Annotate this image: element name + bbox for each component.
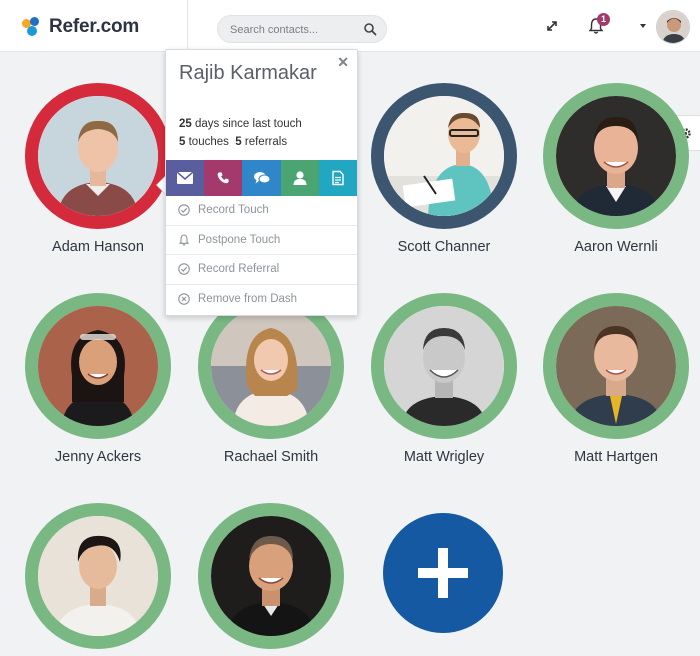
contact-photo <box>211 306 331 426</box>
user-avatar[interactable] <box>656 10 690 44</box>
contact-photo <box>211 516 331 636</box>
touches-label: touches <box>188 136 229 148</box>
notification-badge: 1 <box>597 13 610 26</box>
top-bar: Refer.com 1 <box>0 0 700 52</box>
days-label: days since last touch <box>195 118 302 130</box>
touch-referral-stats: 5 touches 5 referrals <box>179 136 287 148</box>
menu-item-label: Remove from Dash <box>198 292 298 305</box>
message-button[interactable] <box>242 160 281 196</box>
chevron-down-icon[interactable] <box>640 24 646 28</box>
check-circle-icon <box>178 204 190 216</box>
referrals-count: 5 <box>235 136 242 148</box>
contact-name[interactable]: Adam Hanson <box>5 239 191 255</box>
notes-button[interactable] <box>318 160 358 196</box>
contact-avatar[interactable] <box>543 83 689 229</box>
email-button[interactable] <box>166 160 205 196</box>
contact-photo <box>38 306 158 426</box>
chat-icon <box>253 172 270 184</box>
profile-button[interactable] <box>280 160 319 196</box>
contact-name[interactable]: Aaron Wernli <box>523 239 700 255</box>
contact-avatar[interactable] <box>25 503 171 649</box>
contact-photo <box>38 96 158 216</box>
check-circle-icon <box>178 263 190 275</box>
bell-icon <box>178 233 190 246</box>
brand-name: Refer.com <box>49 16 140 37</box>
popup-action-bar <box>166 160 358 196</box>
postpone-touch-item[interactable]: Postpone Touch <box>166 226 357 255</box>
contact-photo <box>384 96 504 216</box>
call-button[interactable] <box>204 160 243 196</box>
document-icon <box>332 170 344 186</box>
popup-contact-name: Rajib Karmakar <box>179 62 317 84</box>
referrals-label: referrals <box>244 136 288 148</box>
contact-avatar[interactable] <box>543 293 689 439</box>
contact-name[interactable]: Rachael Smith <box>178 449 364 465</box>
phone-icon <box>217 172 229 184</box>
contact-photo <box>556 306 676 426</box>
search-icon[interactable] <box>363 22 377 36</box>
search-box[interactable] <box>217 15 387 43</box>
logo-mark-icon <box>22 17 42 37</box>
record-referral-item[interactable]: Record Referral <box>166 255 357 285</box>
contact-name[interactable]: Jenny Ackers <box>5 449 191 465</box>
divider <box>187 0 188 52</box>
logo[interactable]: Refer.com <box>22 16 139 38</box>
contact-avatar[interactable] <box>25 293 171 439</box>
expand-icon[interactable] <box>545 19 559 33</box>
close-circle-icon <box>178 292 190 305</box>
person-icon <box>293 171 307 185</box>
contact-name[interactable]: Scott Channer <box>351 239 537 255</box>
menu-item-label: Record Touch <box>198 204 269 216</box>
contact-name[interactable]: Matt Wrigley <box>351 449 537 465</box>
close-icon[interactable]: ✕ <box>337 54 349 71</box>
menu-item-label: Record Referral <box>198 263 280 275</box>
add-contact-button[interactable] <box>383 513 503 633</box>
contact-avatar[interactable] <box>371 83 517 229</box>
contact-photo <box>38 516 158 636</box>
search-input[interactable] <box>230 21 360 38</box>
contact-name[interactable]: Matt Hartgen <box>523 449 700 465</box>
contact-popup: ✕ Rajib Karmakar 25 days since last touc… <box>165 49 358 316</box>
menu-item-label: Postpone Touch <box>198 233 281 246</box>
contact-photo <box>556 96 676 216</box>
contact-avatar[interactable] <box>198 503 344 649</box>
contact-avatar[interactable] <box>371 293 517 439</box>
envelope-icon <box>177 172 194 184</box>
contact-photo <box>384 306 504 426</box>
days-count: 25 <box>179 118 192 130</box>
last-touch-stat: 25 days since last touch <box>179 118 302 130</box>
record-touch-item[interactable]: Record Touch <box>166 196 357 226</box>
contact-avatar[interactable] <box>25 83 171 229</box>
remove-from-dash-item[interactable]: Remove from Dash <box>166 285 357 315</box>
touches-count: 5 <box>179 136 186 148</box>
popup-menu: Record Touch Postpone Touch Record Refer… <box>166 196 357 314</box>
